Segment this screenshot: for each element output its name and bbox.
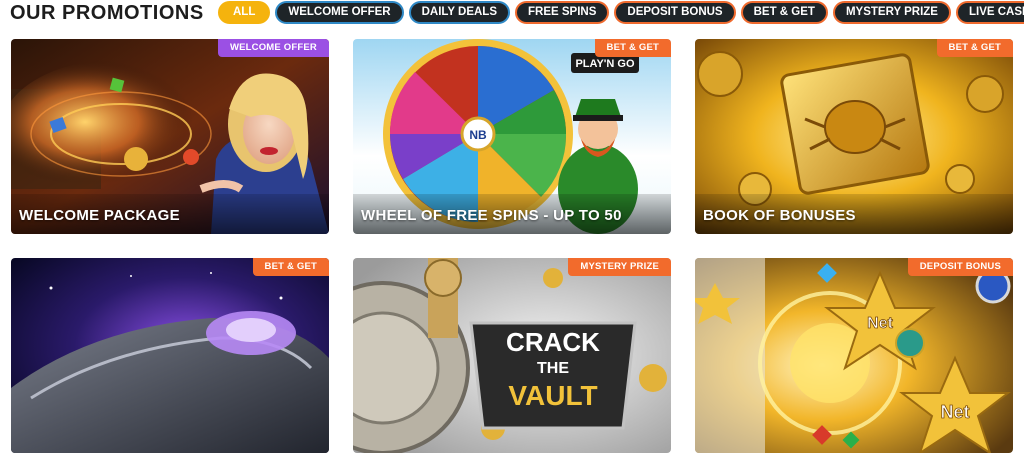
promotion-card-space-racer[interactable]: BET & GET bbox=[11, 258, 329, 453]
promotion-category-badge: MYSTERY PRIZE bbox=[568, 258, 671, 276]
promotion-image: CRACK THE VAULT bbox=[353, 258, 671, 453]
promotion-filter-bar: ALL WELCOME OFFER DAILY DEALS FREE SPINS… bbox=[218, 1, 1024, 24]
promotion-category-badge: WELCOME OFFER bbox=[217, 39, 329, 57]
net-points-text-2: Net bbox=[940, 402, 969, 422]
filter-mystery-prize[interactable]: MYSTERY PRIZE bbox=[832, 1, 951, 24]
filter-daily-deals[interactable]: DAILY DEALS bbox=[408, 1, 510, 24]
promotion-caption: WHEEL OF FREE SPINS - UP TO 50 bbox=[353, 194, 671, 234]
promotion-card-net-points[interactable]: Net Net DEPOSIT BONUS bbox=[695, 258, 1013, 453]
promotion-card-book-of-bonuses[interactable]: BET & GET BOOK OF BONUSES bbox=[695, 39, 1013, 234]
promotion-category-badge: BET & GET bbox=[936, 39, 1013, 57]
promotion-caption: WELCOME PACKAGE bbox=[11, 194, 329, 234]
promotion-card-wheel-of-free-spins[interactable]: NB PLAY'N GO BET & GET WHEEL OF FREE SPI… bbox=[353, 39, 671, 234]
the-text: THE bbox=[537, 360, 569, 377]
filter-free-spins[interactable]: FREE SPINS bbox=[515, 1, 610, 24]
promotion-category-badge: BET & GET bbox=[252, 258, 329, 276]
page-title: OUR PROMOTIONS bbox=[10, 2, 204, 24]
promotion-card-welcome-package[interactable]: WELCOME OFFER WELCOME PACKAGE bbox=[11, 39, 329, 234]
filter-live-casino[interactable]: LIVE CASINO bbox=[955, 1, 1024, 24]
promotion-caption: BOOK OF BONUSES bbox=[695, 194, 1013, 234]
promotion-category-badge: BET & GET bbox=[594, 39, 671, 57]
filter-bet-and-get[interactable]: BET & GET bbox=[740, 1, 828, 24]
crack-text: CRACK bbox=[506, 327, 600, 357]
filter-deposit-bonus[interactable]: DEPOSIT BONUS bbox=[614, 1, 736, 24]
net-points-text: Net bbox=[867, 315, 893, 332]
promotions-header: OUR PROMOTIONS ALL WELCOME OFFER DAILY D… bbox=[0, 0, 1024, 30]
vault-text: VAULT bbox=[508, 380, 597, 411]
promotion-card-crack-the-vault[interactable]: CRACK THE VAULT MYSTERY PRIZE bbox=[353, 258, 671, 453]
promotion-title: WHEEL OF FREE SPINS - UP TO 50 bbox=[361, 207, 622, 224]
filter-welcome-offer[interactable]: WELCOME OFFER bbox=[275, 1, 404, 24]
wheel-logo: NB bbox=[469, 128, 487, 142]
promotion-title: WELCOME PACKAGE bbox=[19, 207, 180, 224]
promotion-image bbox=[11, 258, 329, 453]
provider-logo: PLAY'N GO bbox=[575, 58, 634, 70]
promotion-title: BOOK OF BONUSES bbox=[703, 207, 856, 224]
promotion-image: Net Net bbox=[695, 258, 1013, 453]
filter-all[interactable]: ALL bbox=[218, 1, 271, 24]
promotion-category-badge: DEPOSIT BONUS bbox=[907, 258, 1013, 276]
